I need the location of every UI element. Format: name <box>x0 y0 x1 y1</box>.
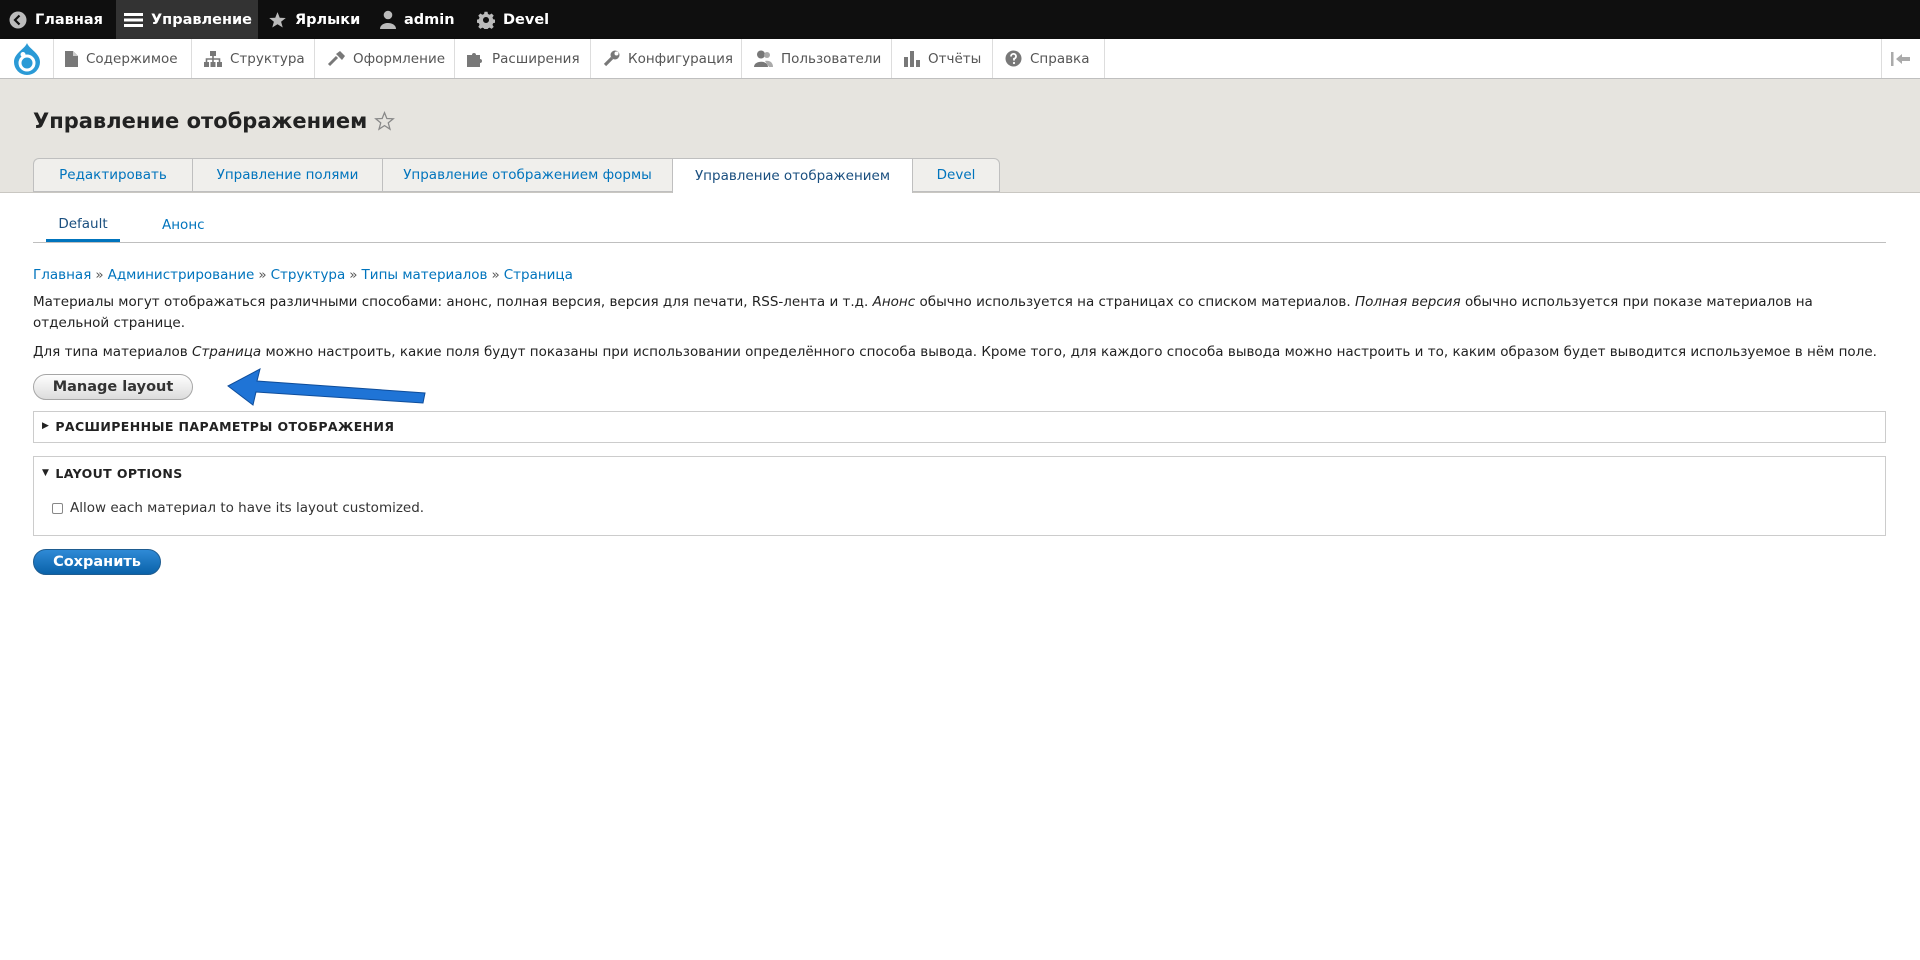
primary-tabs: Редактировать Управление полями Управлен… <box>33 158 1000 193</box>
manage-layout-button[interactable]: Manage layout <box>33 374 193 400</box>
menu-extend[interactable]: Расширения <box>455 39 591 78</box>
tab-manage-display[interactable]: Управление отображением <box>672 158 913 193</box>
help-icon <box>1005 50 1022 67</box>
help-text-part: Для типа материалов <box>33 344 192 360</box>
tab-edit[interactable]: Редактировать <box>33 158 192 192</box>
menu-extend-label: Расширения <box>492 50 580 67</box>
toolbar-devel-label: Devel <box>503 11 550 28</box>
breadcrumb-separator: » <box>349 267 358 283</box>
allow-custom-layout-label[interactable]: Allow each материал to have its layout c… <box>70 500 424 516</box>
wrench-icon <box>603 50 620 67</box>
menu-people[interactable]: Пользователи <box>742 39 892 78</box>
toolbar-devel-tab[interactable]: Devel <box>477 0 549 39</box>
toolbar-manage-label: Управление <box>151 11 253 28</box>
toolbar-shortcuts-tab[interactable]: Ярлыки <box>268 0 360 39</box>
breadcrumb-link-admin[interactable]: Администрирование <box>108 267 255 283</box>
back-arrow-icon <box>9 11 27 28</box>
menu-content[interactable]: Содержимое <box>53 39 192 78</box>
toolbar-home-link[interactable]: Главная <box>9 0 103 39</box>
save-button[interactable]: Сохранить <box>33 549 161 575</box>
admin-toolbar: Главная Управление Ярлыки admin Devel <box>0 0 1920 39</box>
menu-help-label: Справка <box>1030 50 1090 67</box>
menu-appearance-label: Оформление <box>353 50 446 67</box>
advanced-display-settings-summary[interactable]: ▶ РАСШИРЕННЫЕ ПАРАМЕТРЫ ОТОБРАЖЕНИЯ <box>34 412 1885 440</box>
advanced-display-settings: ▶ РАСШИРЕННЫЕ ПАРАМЕТРЫ ОТОБРАЖЕНИЯ <box>33 411 1886 443</box>
menu-people-label: Пользователи <box>781 50 882 67</box>
hamburger-icon <box>124 12 143 27</box>
subtab-teaser[interactable]: Анонс <box>162 208 205 242</box>
breadcrumb: Главная» Администрирование» Структура» Типы… <box>33 267 573 283</box>
help-text-part: обычно используется на страницах со спис… <box>915 294 1355 310</box>
menu-reports-label: Отчёты <box>928 50 982 67</box>
gear-icon <box>477 11 495 29</box>
tab-manage-fields-label: Управление полями <box>216 167 359 183</box>
secondary-tabs: Default Анонс <box>33 208 1886 243</box>
subtab-default[interactable]: Default <box>46 208 120 242</box>
admin-menu-tray: Содержимое Структура Оформление Расширен… <box>0 39 1920 79</box>
allow-custom-layout-row: Allow each материал to have its layout c… <box>52 500 424 516</box>
menu-content-label: Содержимое <box>86 50 178 67</box>
advanced-display-settings-label: РАСШИРЕННЫЕ ПАРАМЕТРЫ ОТОБРАЖЕНИЯ <box>55 418 395 434</box>
help-text-part: можно настроить, какие поля будут показа… <box>261 344 1877 360</box>
user-icon <box>380 10 396 29</box>
star-icon <box>269 11 286 27</box>
file-icon <box>65 50 78 67</box>
breadcrumb-link-structure[interactable]: Структура <box>271 267 346 283</box>
tab-manage-display-label: Управление отображением <box>694 168 891 184</box>
sitemap-icon <box>204 50 222 67</box>
help-text-view-modes: Материалы могут отображаться различными … <box>33 292 1888 333</box>
menu-reports[interactable]: Отчёты <box>892 39 993 78</box>
help-text-fields: Для типа материалов Страница можно настр… <box>33 342 1888 363</box>
tray-orientation-toggle[interactable] <box>1881 39 1920 78</box>
breadcrumb-link-page[interactable]: Страница <box>504 267 573 283</box>
subtab-default-label: Default <box>58 215 108 232</box>
collapse-arrow-icon <box>1891 51 1910 66</box>
menu-appearance[interactable]: Оформление <box>315 39 455 78</box>
toolbar-user-tab[interactable]: admin <box>380 0 455 39</box>
subtab-teaser-label: Анонс <box>162 217 205 233</box>
expanded-triangle-icon: ▼ <box>42 468 50 478</box>
annotation-arrow-icon <box>227 368 426 406</box>
tab-manage-fields[interactable]: Управление полями <box>192 158 382 192</box>
menu-structure[interactable]: Структура <box>192 39 315 78</box>
drupal-logo[interactable] <box>0 39 54 78</box>
toolbar-home-label: Главная <box>35 11 103 28</box>
help-text-emphasis: Страница <box>192 344 262 360</box>
tab-manage-form-display-label: Управление отображением формы <box>403 167 652 183</box>
toolbar-manage-tab[interactable]: Управление <box>116 0 258 39</box>
tab-devel-label: Devel <box>936 167 976 183</box>
breadcrumb-link-content-types[interactable]: Типы материалов <box>362 267 488 283</box>
collapsed-triangle-icon: ▶ <box>42 421 50 431</box>
breadcrumb-link-home[interactable]: Главная <box>33 267 91 283</box>
tab-devel[interactable]: Devel <box>913 158 1000 192</box>
help-text-emphasis: Анонс <box>872 294 916 310</box>
people-icon <box>754 50 773 67</box>
drupal-drop-icon <box>13 43 40 75</box>
brush-icon <box>327 50 345 66</box>
help-text-part: Материалы могут отображаться различными … <box>33 294 873 310</box>
help-text-emphasis: Полная версия <box>1354 294 1461 310</box>
tab-edit-label: Редактировать <box>59 167 167 183</box>
page-title-text: Управление отображением <box>33 109 368 133</box>
page-title: Управление отображением <box>33 109 396 133</box>
breadcrumb-separator: » <box>258 267 267 283</box>
menu-configuration[interactable]: Конфигурация <box>591 39 742 78</box>
shortcut-star-icon[interactable] <box>374 111 396 131</box>
allow-custom-layout-checkbox[interactable] <box>52 502 63 514</box>
layout-options-summary[interactable]: ▼ LAYOUT OPTIONS <box>34 457 1885 487</box>
layout-options: ▼ LAYOUT OPTIONS <box>33 456 1886 536</box>
breadcrumb-separator: » <box>491 267 500 283</box>
tab-manage-form-display[interactable]: Управление отображением формы <box>382 158 672 192</box>
puzzle-icon <box>467 52 482 67</box>
layout-options-label: LAYOUT OPTIONS <box>55 465 183 481</box>
menu-help[interactable]: Справка <box>993 39 1105 78</box>
menu-configuration-label: Конфигурация <box>628 50 733 67</box>
breadcrumb-separator: » <box>95 267 104 283</box>
page-header: Управление отображением Редактировать Уп… <box>0 79 1920 193</box>
toolbar-user-label: admin <box>404 11 455 28</box>
toolbar-shortcuts-label: Ярлыки <box>295 11 361 28</box>
menu-structure-label: Структура <box>230 50 305 67</box>
bar-chart-icon <box>904 50 920 67</box>
